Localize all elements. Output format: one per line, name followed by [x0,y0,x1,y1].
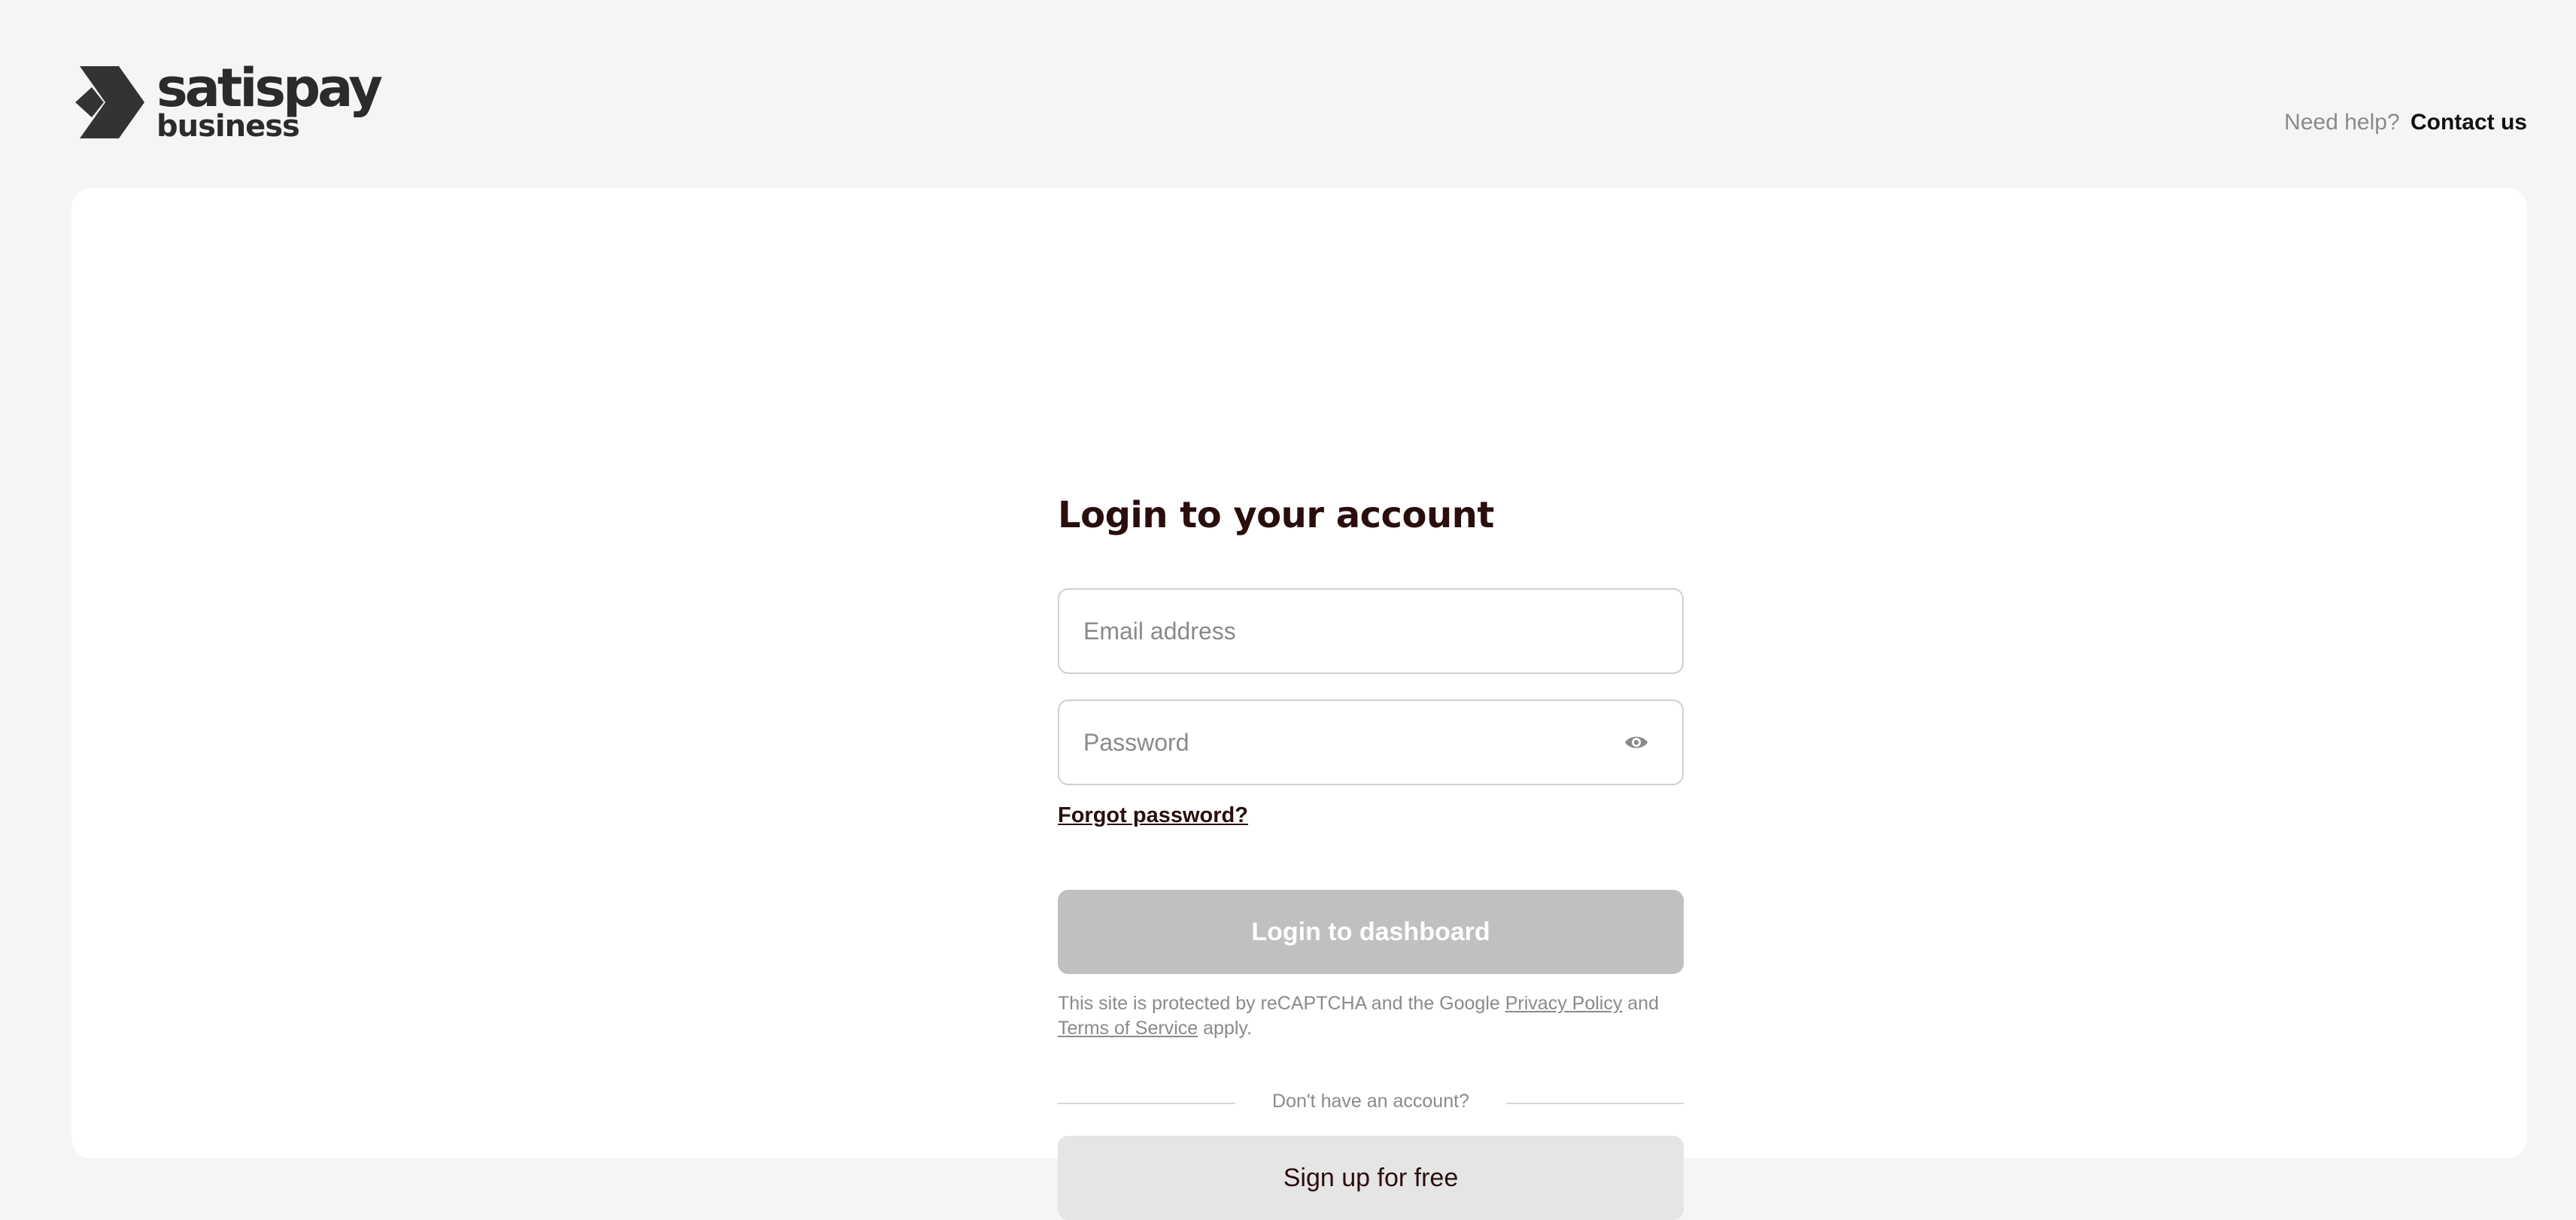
logo-word: satispay [156,57,383,119]
need-help-text: Need help? [2284,110,2400,135]
page-title: Login to your account [1058,494,1494,536]
terms-of-service-link[interactable]: Terms of Service [1058,1018,1198,1039]
signup-divider: Don't have an account? [1058,1089,1684,1116]
logo-wordmark: satispay business [156,57,383,141]
recaptcha-suffix: apply. [1203,1018,1252,1039]
recaptcha-conjunction: and [1627,993,1659,1014]
login-card: Login to your account Forgot password? L… [71,188,2527,1220]
recaptcha-prefix: This site is protected by reCAPTCHA and … [1058,993,1500,1014]
divider-line-right [1506,1103,1684,1104]
contact-us-link[interactable]: Contact us [2410,110,2527,135]
page-header: satispay business Need help? Contact us [0,0,2576,188]
signup-button[interactable]: Sign up for free [1058,1136,1684,1220]
recaptcha-notice: This site is protected by reCAPTCHA and … [1058,991,1690,1041]
password-field[interactable] [1058,700,1684,785]
privacy-policy-link[interactable]: Privacy Policy [1505,993,1623,1014]
forgot-password-link[interactable]: Forgot password? [1058,803,1248,828]
login-button[interactable]: Login to dashboard [1058,890,1684,974]
email-field[interactable] [1058,588,1684,674]
email-input[interactable] [1083,590,1610,672]
no-account-text: Don't have an account? [1272,1091,1469,1112]
satispay-business-logo[interactable]: satispay business [75,62,383,141]
password-input[interactable] [1083,701,1610,784]
satispay-logo-icon [75,66,144,138]
help-area: Need help? Contact us [2284,110,2527,135]
eye-icon[interactable] [1624,731,1649,754]
